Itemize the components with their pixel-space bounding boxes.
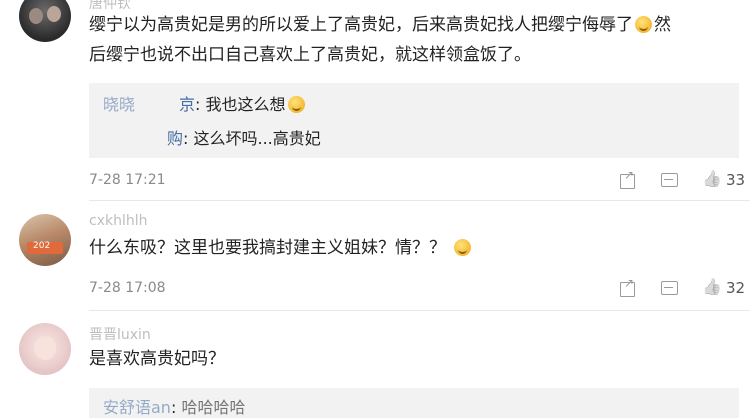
reply-item[interactable]: 安舒语an: 哈哈哈哈 (103, 394, 245, 418)
avatar[interactable] (19, 323, 71, 375)
comment-icon[interactable] (660, 279, 678, 297)
share-icon[interactable] (619, 168, 637, 189)
comment-username[interactable]: cxkhlhlh (89, 213, 148, 229)
comment-username[interactable]: 晋晋luxin (89, 324, 151, 344)
reply-box: 晓晓 京: 我也这么想 购: 这么坏吗...高贵妃 (89, 83, 739, 158)
thumbs-up-icon[interactable] (702, 279, 722, 297)
comment-text-line2: 后缨宁也说不出口自己喜欢上了高贵妃，就这样领盒饭了。 (89, 45, 531, 65)
avatar[interactable] (19, 0, 71, 42)
divider (89, 310, 750, 311)
comment-timestamp: 7-28 17:08 (89, 280, 166, 296)
smiley-emoji-icon (635, 16, 652, 33)
divider (89, 200, 750, 201)
like-count: 33 (726, 171, 746, 189)
comment-timestamp: 7-28 17:21 (89, 172, 166, 188)
like-count: 32 (726, 279, 746, 297)
reply-item[interactable]: 晓晓 京: 我也这么想 (103, 91, 307, 115)
reply-item[interactable]: 购: 这么坏吗...高贵妃 (167, 125, 321, 149)
comment-text: 什么东吸？这里也要我搞封建主义姐妹？情？？ (89, 236, 473, 261)
share-icon[interactable] (619, 276, 637, 297)
comment-username[interactable]: 唐仲钦 (89, 0, 131, 13)
avatar[interactable]: 202 (19, 214, 71, 266)
avatar-badge-text: 202 (33, 241, 51, 251)
smiley-emoji-icon (454, 239, 471, 256)
thumbs-up-icon[interactable] (702, 171, 722, 189)
comment-text: 是喜欢高贵妃吗？ (89, 349, 225, 369)
comment-icon[interactable] (660, 171, 678, 189)
reply-box: 安舒语an: 哈哈哈哈 (89, 388, 739, 418)
comment-text: 缨宁以为高贵妃是男的所以爱上了高贵妃，后来高贵妃找人把缨宁侮辱了然 (89, 15, 671, 35)
smiley-emoji-icon (287, 96, 305, 113)
